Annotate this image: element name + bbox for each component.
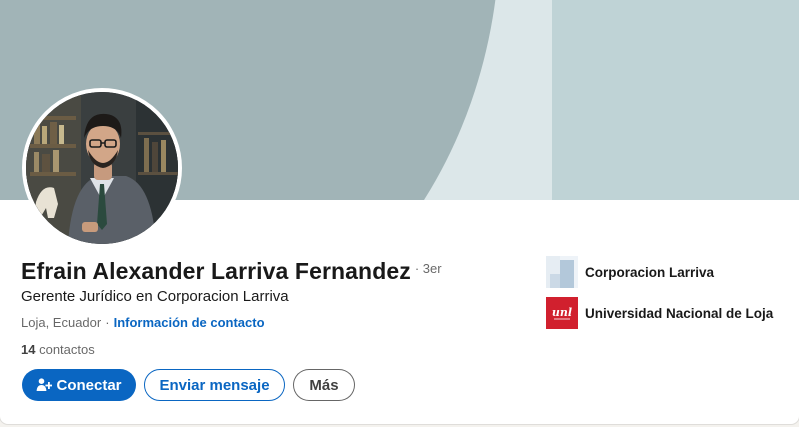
connection-degree: · 3er — [414, 261, 442, 276]
contact-info-link[interactable]: Información de contacto — [114, 315, 265, 330]
unl-logo-icon: unl — [546, 297, 578, 329]
more-button[interactable]: Más — [293, 369, 355, 401]
profile-card: Efrain Alexander Larriva Fernandez · 3er… — [0, 0, 799, 424]
location-separator: · — [105, 315, 110, 330]
profile-name-row: Efrain Alexander Larriva Fernandez · 3er — [21, 258, 442, 285]
org-item-corporacion-larriva[interactable]: Corporacion Larriva — [546, 256, 773, 288]
send-message-button[interactable]: Enviar mensaje — [144, 369, 285, 401]
location-row: Loja, Ecuador · Información de contacto — [21, 315, 265, 330]
connections-count: 14 contactos — [21, 342, 95, 357]
connections-number: 14 — [21, 342, 36, 357]
add-person-icon — [36, 377, 53, 393]
profile-headline: Gerente Jurídico en Corporacion Larriva — [21, 288, 289, 305]
connections-label: contactos — [39, 342, 95, 357]
company-logo-placeholder-icon — [546, 256, 578, 288]
org-name-corporacion-larriva: Corporacion Larriva — [585, 264, 715, 280]
profile-photo-image — [26, 92, 178, 244]
profile-organizations: Corporacion Larriva unl Universidad Naci… — [546, 256, 773, 338]
profile-actions: Conectar Enviar mensaje Más — [22, 369, 355, 401]
org-item-universidad-nacional-de-loja[interactable]: unl Universidad Nacional de Loja — [546, 297, 773, 329]
profile-location: Loja, Ecuador — [21, 315, 102, 330]
profile-name: Efrain Alexander Larriva Fernandez — [21, 258, 411, 284]
org-name-universidad-nacional-de-loja: Universidad Nacional de Loja — [585, 305, 774, 321]
profile-photo[interactable] — [22, 88, 182, 248]
connect-button[interactable]: Conectar — [22, 369, 136, 401]
unl-logo-text: unl — [552, 306, 572, 319]
connect-button-label: Conectar — [56, 376, 122, 394]
